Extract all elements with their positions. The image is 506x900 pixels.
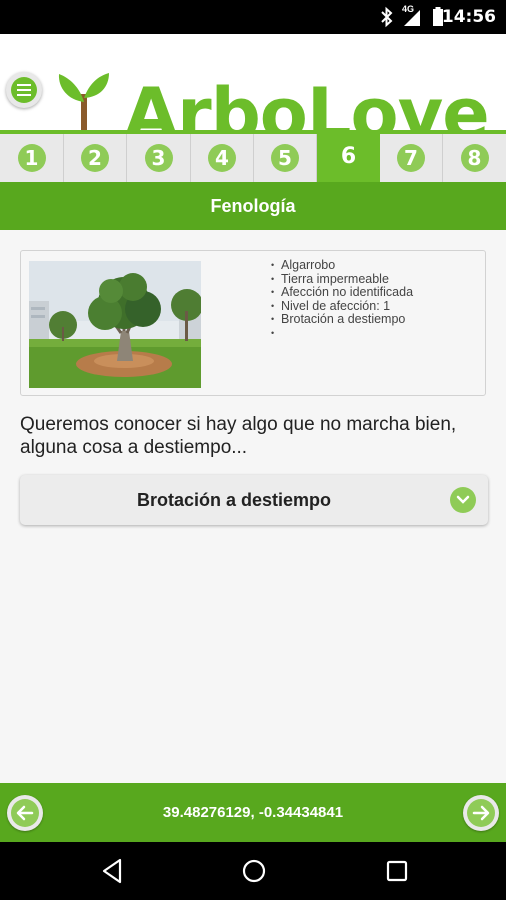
tree-photo: [29, 261, 201, 388]
step-tab-6[interactable]: 6: [317, 130, 380, 182]
section-title: Fenología: [0, 182, 506, 230]
clock: 14:56: [441, 7, 496, 27]
prev-button[interactable]: [7, 795, 43, 831]
back-icon[interactable]: [100, 857, 124, 885]
step-tab-4[interactable]: 4: [191, 134, 254, 182]
arrow-right-icon: [467, 799, 495, 827]
step-number: 7: [397, 144, 425, 172]
next-button[interactable]: [463, 795, 499, 831]
bluetooth-icon: [381, 6, 393, 28]
step-tab-2[interactable]: 2: [64, 134, 127, 182]
menu-button[interactable]: [6, 72, 42, 108]
step-number: 3: [144, 144, 173, 172]
arrow-left-icon: [11, 799, 39, 827]
step-tab-3[interactable]: 3: [127, 134, 191, 182]
chevron-down-icon: [450, 487, 476, 513]
step-number: 4: [208, 144, 236, 172]
app-header: ArboLove: [0, 34, 506, 154]
tree-info-card: Algarrobo Tierra impermeable Afección no…: [20, 250, 486, 396]
step-number: 5: [271, 144, 299, 172]
hamburger-icon: [11, 77, 37, 103]
system-nav-bar: [0, 842, 506, 900]
home-icon[interactable]: [240, 857, 268, 885]
recents-icon[interactable]: [384, 857, 410, 885]
fact-condition: Afección no identificada: [271, 286, 413, 300]
step-tab-8[interactable]: 8: [443, 134, 506, 182]
fact-level: Nivel de afección: 1: [271, 299, 413, 314]
step-number: 6: [340, 143, 357, 169]
tree-facts-list: Algarrobo Tierra impermeable Afección no…: [271, 258, 413, 341]
gps-coordinates: 39.48276129, -0.34434841: [162, 804, 344, 821]
location-footer: 39.48276129, -0.34434841: [0, 783, 506, 842]
signal-icon: [404, 10, 420, 26]
fact-phenology: Brotación a destiempo: [271, 313, 413, 327]
fact-empty: [271, 327, 413, 341]
step-number: 8: [460, 144, 489, 172]
step-tab-1[interactable]: 1: [0, 134, 64, 182]
phenology-select[interactable]: Brotación a destiempo: [20, 475, 488, 525]
step-tabs: 1 2 3 4 5 6 7 8: [0, 130, 506, 182]
question-text: Queremos conocer si hay algo que no marc…: [20, 414, 457, 458]
step-number: 2: [81, 144, 109, 172]
step-tab-7[interactable]: 7: [380, 134, 443, 182]
fact-soil: Tierra impermeable: [271, 272, 413, 287]
step-tab-5[interactable]: 5: [254, 134, 317, 182]
status-bar: 4G 14:56: [0, 0, 506, 34]
select-value: Brotación a destiempo: [136, 489, 332, 510]
step-number: 1: [17, 144, 46, 172]
fact-species: Algarrobo: [271, 258, 413, 273]
